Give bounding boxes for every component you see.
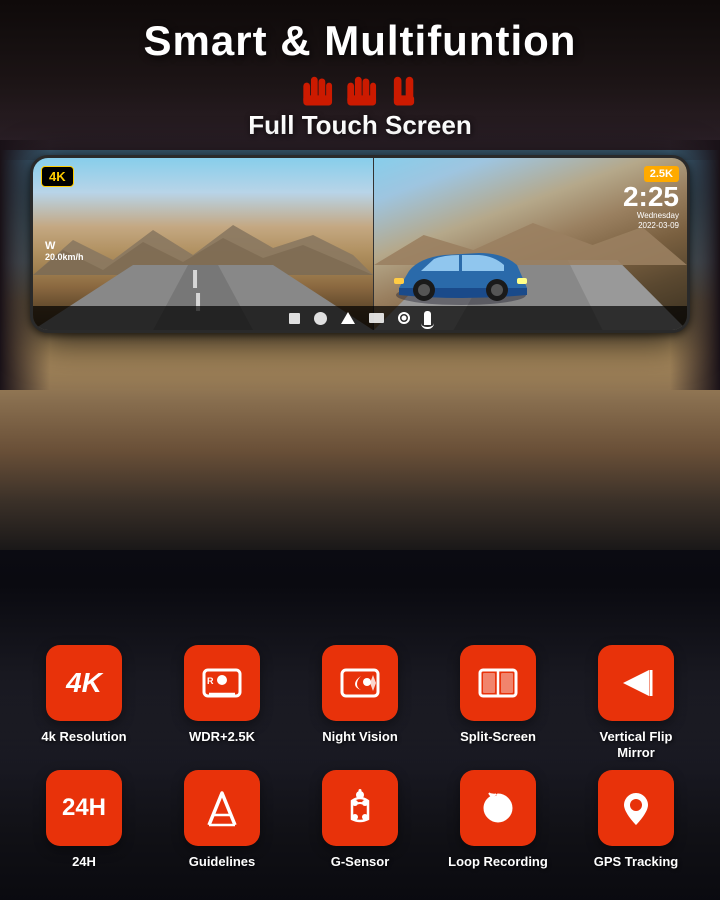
main-title: Smart & Multifuntion (0, 18, 720, 64)
guidelines-icon (201, 787, 243, 829)
svg-text:R: R (207, 676, 214, 686)
toolbar-settings[interactable] (398, 312, 410, 324)
touch-icon-3 (386, 70, 422, 108)
speed-display: W 20.0km/h (45, 240, 84, 262)
4k-text: 4K (66, 667, 102, 699)
label-24h: 24H (72, 854, 96, 870)
toolbar-warning[interactable] (341, 312, 355, 324)
feature-night-vision: Night Vision (306, 645, 414, 745)
badge-25k: 2.5K (644, 166, 679, 182)
touch-icon-1 (298, 70, 334, 108)
label-night: Night Vision (322, 729, 398, 745)
label-split: Split-Screen (460, 729, 536, 745)
date-value: 2022-03-09 (623, 221, 679, 230)
feature-4k-resolution: 4K 4k Resolution (30, 645, 138, 745)
feature-gps: GPS Tracking (582, 770, 690, 870)
direction-label: W (45, 240, 84, 252)
feature-flip-mirror: Vertical Flip Mirror (582, 645, 690, 760)
icon-box-split (460, 645, 536, 721)
features-row-1: 4K 4k Resolution R WDR+2.5K (30, 645, 690, 760)
touch-icon-2 (342, 70, 378, 108)
toolbar-record[interactable] (369, 313, 384, 323)
car-svg (389, 243, 534, 308)
flip-icon (615, 662, 657, 704)
feature-loop-recording: Loop Recording (444, 770, 552, 870)
icon-box-4k: 4K (46, 645, 122, 721)
toolbar-stop[interactable] (289, 313, 300, 324)
touch-icons-row (0, 70, 720, 108)
wdr-icon: R (201, 662, 243, 704)
night-icon (339, 662, 381, 704)
icon-box-flip (598, 645, 674, 721)
header: Smart & Multifuntion Full Touch Screen (0, 0, 720, 141)
split-icon (477, 662, 519, 704)
camera-rear: 2.5K 2:25 Wednesday 2022-03-09 (373, 158, 687, 330)
camera-front: 4K W 20.0km/h (33, 158, 373, 330)
features-section: 4K 4k Resolution R WDR+2.5K (0, 645, 720, 880)
features-row-2: 24H 24H Guidelines (30, 770, 690, 870)
speed-value: 20.0km/h (45, 252, 84, 262)
label-loop: Loop Recording (448, 854, 548, 870)
loop-icon (477, 787, 519, 829)
label-wdr: WDR+2.5K (189, 729, 255, 745)
icon-box-gsensor (322, 770, 398, 846)
mirror-screen: 4K W 20.0km/h (30, 155, 690, 333)
feature-wdr: R WDR+2.5K (168, 645, 276, 745)
feature-gsensor: G-Sensor (306, 770, 414, 870)
icon-box-gps (598, 770, 674, 846)
time-display: 2:25 Wednesday 2022-03-09 (623, 183, 679, 230)
label-gps: GPS Tracking (594, 854, 679, 870)
label-guidelines: Guidelines (189, 854, 255, 870)
toolbar-photo[interactable] (314, 312, 327, 325)
feature-split-screen: Split-Screen (444, 645, 552, 745)
mirror-toolbar[interactable] (33, 306, 687, 330)
24h-text: 24H (62, 794, 106, 822)
icon-box-loop (460, 770, 536, 846)
toolbar-mic[interactable] (424, 311, 431, 325)
mirror-device: 4K W 20.0km/h (30, 155, 690, 333)
subtitle: Full Touch Screen (0, 110, 720, 141)
time-value: 2:25 (623, 183, 679, 211)
icon-box-night (322, 645, 398, 721)
label-4k: 4k Resolution (41, 729, 126, 745)
gsensor-icon (339, 787, 381, 829)
icon-box-guidelines (184, 770, 260, 846)
feature-24h: 24H 24H (30, 770, 138, 870)
day-value: Wednesday (623, 211, 679, 221)
icon-box-wdr: R (184, 645, 260, 721)
badge-4k: 4K (41, 166, 74, 187)
feature-guidelines: Guidelines (168, 770, 276, 870)
gps-icon (615, 787, 657, 829)
icon-box-24h: 24H (46, 770, 122, 846)
label-flip: Vertical Flip Mirror (582, 729, 690, 760)
label-gsensor: G-Sensor (331, 854, 390, 870)
